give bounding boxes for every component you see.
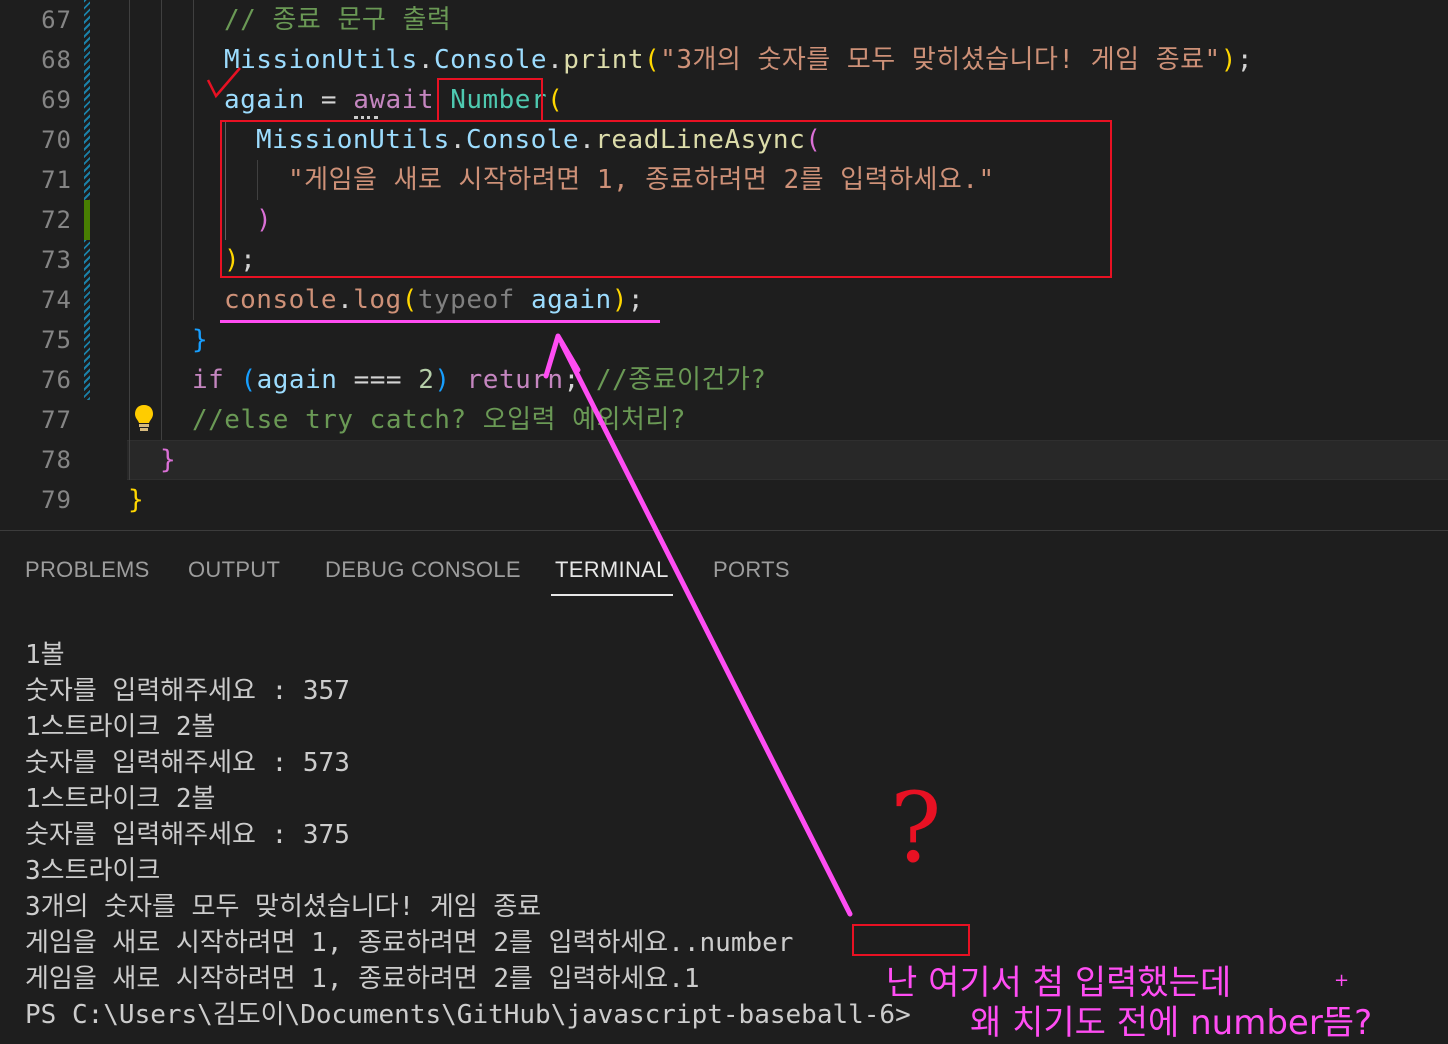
code-editor[interactable]: 67 // 종료 문구 출력 68 MissionUtils.Console.p…: [0, 0, 1448, 530]
line-number: 70: [41, 126, 72, 154]
terminal-line: 1볼: [25, 640, 65, 670]
code-statement: }: [160, 445, 177, 475]
tab-problems[interactable]: PROBLEMS: [25, 557, 150, 583]
terminal-line: 숫자를 입력해주세요 : 357: [25, 676, 350, 706]
readline-highlight-box: [220, 120, 1112, 278]
terminal-line: 게임을 새로 시작하려면 1, 종료하려면 2를 입력하세요.1: [25, 964, 700, 994]
line-number: 77: [41, 406, 72, 434]
annotation-note-2: 왜 치기도 전에 number뜸?: [970, 1003, 1373, 1043]
line-number: 73: [41, 246, 72, 274]
code-line[interactable]: 77 //else try catch? 오입력 예외처리?: [0, 400, 1448, 440]
line-number: 75: [41, 326, 72, 354]
terminal-line: 1스트라이크 2볼: [25, 712, 216, 742]
terminal-line: 숫자를 입력해주세요 : 375: [25, 820, 350, 850]
line-number: 74: [41, 286, 72, 314]
code-line[interactable]: 76 if (again === 2) return; //종료이건가?: [0, 360, 1448, 400]
code-statement: MissionUtils.Console.print("3개의 숫자를 모두 맞…: [224, 45, 1254, 75]
code-statement: if (again === 2) return; //종료이건가?: [192, 365, 767, 395]
line-number: 72: [41, 206, 72, 234]
terminal-line: 1스트라이크 2볼: [25, 784, 216, 814]
code-line[interactable]: 67 // 종료 문구 출력: [0, 0, 1448, 40]
terminal-line: 3개의 숫자를 모두 맞히셨습니다! 게임 종료: [25, 892, 542, 922]
code-statement: }: [128, 485, 145, 515]
line-number: 76: [41, 366, 72, 394]
question-mark: ?: [890, 772, 942, 884]
code-comment: // 종료 문구 출력: [224, 5, 452, 35]
plus-mark: +: [1334, 970, 1350, 991]
terminal-line: 3스트라이크: [25, 856, 161, 886]
line-number: 79: [41, 486, 72, 514]
terminal-prompt: PS C:\Users\김도이\Documents\GitHub\javascr…: [25, 1000, 911, 1030]
number-output: .number: [683, 928, 794, 958]
tab-terminal[interactable]: TERMINAL: [551, 557, 673, 596]
tab-output[interactable]: OUTPUT: [188, 557, 280, 583]
hint-dots: [354, 113, 378, 119]
line-number: 78: [41, 446, 72, 474]
code-statement: console.log(typeof again);: [224, 285, 645, 315]
tab-debug-console[interactable]: DEBUG CONSOLE: [325, 557, 521, 583]
line-number: 68: [41, 46, 72, 74]
code-line[interactable]: 78 }: [0, 440, 1448, 480]
number-output-box: [852, 924, 970, 956]
line-number: 69: [41, 86, 72, 114]
terminal-line: 숫자를 입력해주세요 : 573: [25, 748, 350, 778]
line-number: 67: [41, 6, 72, 34]
code-comment: //else try catch? 오입력 예외처리?: [192, 405, 687, 435]
number-highlight-box: [437, 78, 543, 122]
tab-ports[interactable]: PORTS: [713, 557, 790, 583]
code-statement: }: [192, 325, 209, 355]
code-line[interactable]: 75 }: [0, 320, 1448, 360]
terminal-line: 게임을 새로 시작하려면 1, 종료하려면 2를 입력하세요..number: [25, 928, 794, 958]
line-number: 71: [41, 166, 72, 194]
code-line[interactable]: 79 }: [0, 480, 1448, 520]
check-mark-icon: [206, 67, 241, 99]
console-log-underline: [220, 320, 660, 323]
lightbulb-icon[interactable]: [132, 403, 156, 433]
code-line[interactable]: 74 console.log(typeof again);: [0, 280, 1448, 320]
